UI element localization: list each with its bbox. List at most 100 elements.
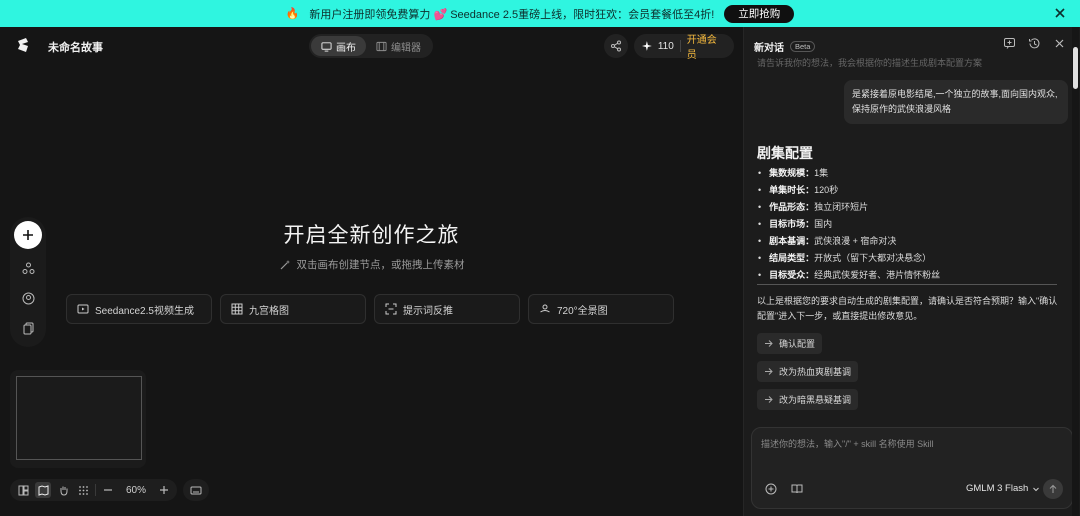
close-icon[interactable] <box>1052 5 1068 21</box>
project-title[interactable]: 未命名故事 <box>48 39 103 55</box>
divider <box>679 40 681 52</box>
quick-action-panorama[interactable]: 720°全景图 <box>528 294 674 324</box>
tab-editor-label: 编辑器 <box>391 42 421 54</box>
suggestion-label: 改为热血爽剧基调 <box>779 367 852 377</box>
add-node-button[interactable] <box>14 221 42 249</box>
video-icon <box>77 304 89 314</box>
quick-action-label: Seedance2.5视频生成 <box>95 305 194 317</box>
section-title: 剧集配置 <box>757 145 813 161</box>
list-item: 结局类型：开放式（留下大都对决悬念） <box>758 250 940 267</box>
close-icon[interactable] <box>1053 37 1066 50</box>
plus-circle-icon <box>765 483 777 495</box>
chat-input[interactable] <box>761 437 1061 467</box>
monitor-icon <box>321 41 332 52</box>
quick-action-grid[interactable]: 九宫格图 <box>220 294 366 324</box>
panel-header: 新对话 Beta <box>754 39 816 54</box>
map-icon <box>38 484 48 496</box>
view-tools: 60% <box>10 479 178 501</box>
vip-button[interactable]: 开通会员 <box>687 31 726 61</box>
promo-text: 新用户注册即领免费算力 💕 Seedance 2.5重磅上线，限时狂欢：会员套餐… <box>309 8 715 21</box>
list-item: 剧本基调：武侠浪漫 + 宿命对决 <box>758 233 940 250</box>
workflow-tool[interactable] <box>17 257 39 279</box>
nodes-icon <box>22 262 34 274</box>
app-root: 🔥 新用户注册即领免费算力 💕 Seedance 2.5重磅上线，限时狂欢：会员… <box>0 0 1080 516</box>
map-button[interactable] <box>35 482 51 498</box>
model-selector[interactable]: GMLM 3 Flash <box>966 483 1040 494</box>
zoom-level[interactable]: 60% <box>120 485 152 496</box>
canvas-area[interactable]: 未命名故事 画布 编辑器 110 开通会员 开启全新创作之旅 双击画布创建节点，… <box>0 27 743 516</box>
grid-snap-button[interactable] <box>75 482 91 498</box>
fire-emoji: 🔥 <box>285 8 300 20</box>
hero-title: 开启全新创作之旅 <box>283 224 460 247</box>
tab-editor[interactable]: 编辑器 <box>366 36 431 56</box>
scan-icon <box>385 303 397 315</box>
user-message: 是紧接着原电影结尾,一个独立的故事,面向国内观众,保持原作的武侠浪漫风格 <box>844 80 1068 124</box>
scrollbar-thumb[interactable] <box>1073 47 1078 89</box>
character-tool[interactable] <box>17 287 39 309</box>
tab-canvas-label: 画布 <box>336 42 356 54</box>
zoom-out-button[interactable] <box>100 482 116 498</box>
plus-icon <box>160 486 169 494</box>
panel-actions <box>1003 37 1066 50</box>
assets-tool[interactable] <box>17 317 39 339</box>
send-button[interactable] <box>1043 479 1063 499</box>
model-name: GMLM 3 Flash <box>966 483 1029 494</box>
new-chat-icon[interactable] <box>1003 37 1016 50</box>
minimap-viewport[interactable] <box>16 376 142 460</box>
panorama-icon <box>540 304 550 313</box>
list-item: 作品形态：独立闭环短片 <box>758 199 940 216</box>
dots-grid-icon <box>78 485 88 495</box>
zoom-in-button[interactable] <box>156 482 172 498</box>
tab-canvas[interactable]: 画布 <box>311 36 366 56</box>
divider <box>95 484 96 496</box>
suggestion-label: 确认配置 <box>779 339 816 349</box>
hero-subtitle-text: 双击画布创建节点，或拖拽上传素材 <box>296 259 465 271</box>
arrow-right-icon <box>765 396 773 403</box>
keyboard-group <box>183 479 210 501</box>
keyboard-button[interactable] <box>188 482 204 498</box>
suggestion-hot-blood[interactable]: 改为热血爽剧基调 <box>757 361 859 382</box>
quick-action-prompt[interactable]: 提示词反推 <box>374 294 520 324</box>
hand-button[interactable] <box>55 482 71 498</box>
credit-pill[interactable]: 110 开通会员 <box>634 31 734 61</box>
copy-icon <box>23 322 33 334</box>
credit-count: 110 <box>657 40 674 52</box>
history-icon[interactable] <box>1028 37 1041 50</box>
chevron-down-icon <box>1033 487 1040 491</box>
quick-actions: Seedance2.5视频生成 九宫格图 提示词反推 720°全景图 <box>66 294 674 324</box>
suggestion-label: 改为暗黑悬疑基调 <box>779 395 852 405</box>
sparkle-icon <box>642 41 652 51</box>
skill-library-button[interactable] <box>790 482 804 496</box>
hand-icon <box>60 486 67 496</box>
scroll-track[interactable] <box>1072 27 1079 516</box>
bottom-toolbar: 60% <box>10 479 210 501</box>
arrow-right-icon <box>765 340 773 347</box>
share-icon <box>611 40 621 52</box>
divider <box>757 284 1057 285</box>
keyboard-icon <box>190 486 202 494</box>
panel-title: 新对话 <box>754 43 784 54</box>
faded-message: 请告诉我你的想法，我会根据你的描述生成剧本配置方案 <box>757 58 983 68</box>
film-icon <box>376 41 387 51</box>
suggestion-confirm[interactable]: 确认配置 <box>757 333 823 354</box>
list-item: 集数规模：1集 <box>758 165 940 182</box>
logo-icon[interactable] <box>15 37 31 53</box>
left-toolbar <box>10 217 46 347</box>
suggestion-dark-suspense[interactable]: 改为暗黑悬疑基调 <box>757 389 859 410</box>
buy-now-button[interactable]: 立即抢购 <box>724 4 795 23</box>
quick-action-label: 提示词反推 <box>403 305 453 317</box>
layout-button[interactable] <box>15 482 31 498</box>
hero-subtitle: 双击画布创建节点，或拖拽上传素材 <box>0 257 743 272</box>
promo-banner: 🔥 新用户注册即领免费算力 💕 Seedance 2.5重磅上线，限时狂欢：会员… <box>0 0 1080 27</box>
quick-action-video[interactable]: Seedance2.5视频生成 <box>66 294 212 324</box>
list-item: 目标市场：国内 <box>758 216 940 233</box>
share-button[interactable] <box>604 34 628 58</box>
add-attachment-button[interactable] <box>764 482 778 496</box>
arrow-up-icon <box>1049 484 1057 493</box>
quick-action-label: 720°全景图 <box>557 305 608 317</box>
list-item: 单集时长：120秒 <box>758 182 940 199</box>
magic-wand-icon <box>280 259 290 269</box>
list-item: 目标受众：经典武侠爱好者、港片情怀粉丝 <box>758 267 940 284</box>
beta-badge: Beta <box>790 41 816 52</box>
minimap[interactable] <box>10 370 146 468</box>
